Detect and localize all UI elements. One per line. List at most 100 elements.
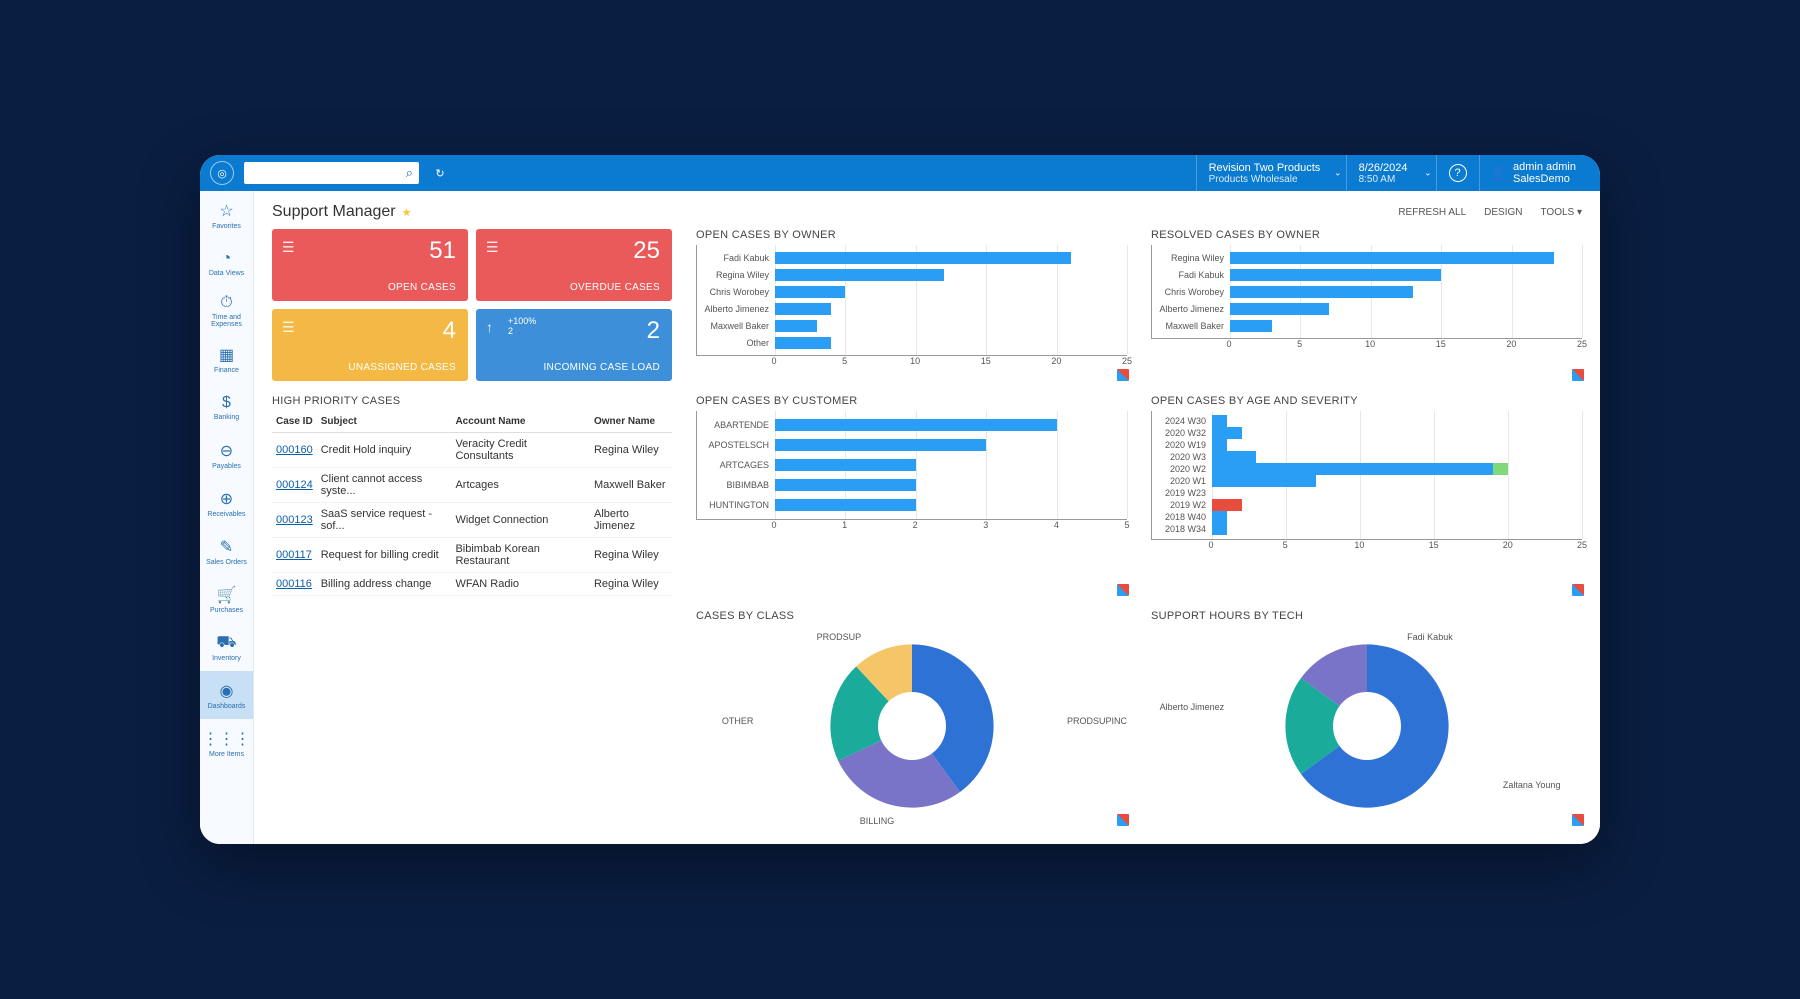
search-input[interactable] <box>244 167 400 179</box>
header-action-tools[interactable]: TOOLS ▾ <box>1540 207 1582 218</box>
bar[interactable] <box>775 303 831 315</box>
axis-tick: 15 <box>1429 540 1439 550</box>
bar-segment[interactable] <box>1212 499 1242 511</box>
bar[interactable] <box>775 499 916 511</box>
kpi-label: UNASSIGNED CASES <box>284 362 456 373</box>
search-icon[interactable]: ⌕ <box>400 165 419 181</box>
bar-label: ARTCAGES <box>697 460 775 470</box>
case-link[interactable]: 000117 <box>276 549 312 561</box>
app-frame: ◎ ⌕ ↻ Revision Two Products Products Who… <box>200 155 1600 844</box>
chart-options-icon[interactable] <box>1572 814 1584 826</box>
chart-options-icon[interactable] <box>1117 369 1129 381</box>
sidebar-item-receivables[interactable]: ⊕Receivables <box>200 479 253 527</box>
bar[interactable] <box>775 269 944 281</box>
bar-segment[interactable] <box>1212 427 1242 439</box>
table-header[interactable]: Account Name <box>451 411 590 433</box>
bar-label: Chris Worobey <box>697 287 775 297</box>
user-menu[interactable]: 👤 admin admin SalesDemo <box>1479 155 1590 191</box>
case-link[interactable]: 000116 <box>276 578 312 590</box>
sidebar-item-payables[interactable]: ⊖Payables <box>200 431 253 479</box>
chart-options-icon[interactable] <box>1117 584 1129 596</box>
sidebar-icon: ✎ <box>220 537 233 557</box>
kpi-group: ☰51OPEN CASES☰25OVERDUE CASES☰4UNASSIGNE… <box>272 229 672 381</box>
bar[interactable] <box>1230 252 1554 264</box>
header-action-refresh[interactable]: REFRESH ALL <box>1398 207 1466 218</box>
sidebar-item-more-items[interactable]: ⋮⋮⋮ More Items <box>200 719 253 767</box>
chart-resolved-by-owner: RESOLVED CASES BY OWNER Regina WileyFadi… <box>1151 229 1582 381</box>
kpi-label: INCOMING CASE LOAD <box>488 362 660 373</box>
company-sub: Products Wholesale <box>1209 174 1334 185</box>
kpi-overdue-cases[interactable]: ☰25OVERDUE CASES <box>476 229 672 301</box>
table-row: 000160Credit Hold inquiryVeracity Credit… <box>272 433 672 468</box>
bar-segment[interactable] <box>1212 511 1227 523</box>
chart-title: OPEN CASES BY CUSTOMER <box>696 395 1127 407</box>
current-date: 8/26/2024 <box>1359 162 1424 174</box>
help-button[interactable]: ? <box>1436 155 1479 191</box>
bar[interactable] <box>775 320 817 332</box>
table-header[interactable]: Owner Name <box>590 411 672 433</box>
bar-label: Chris Worobey <box>1152 287 1230 297</box>
main-content: Support Manager ★ REFRESH ALL DESIGN TOOLS… <box>254 191 1600 844</box>
bar-segment[interactable] <box>1212 463 1493 475</box>
bar[interactable] <box>1230 303 1329 315</box>
case-link[interactable]: 000123 <box>276 514 313 526</box>
bar[interactable] <box>775 252 1071 264</box>
bar[interactable] <box>775 286 845 298</box>
favorite-star-icon[interactable]: ★ <box>402 206 412 219</box>
sidebar-item-dashboards[interactable]: ◉Dashboards <box>200 671 253 719</box>
sidebar-item-sales-orders[interactable]: ✎Sales Orders <box>200 527 253 575</box>
bar-segment[interactable] <box>1212 523 1227 535</box>
bar-segment[interactable] <box>1212 439 1227 451</box>
bar-label: Maxwell Baker <box>697 321 775 331</box>
case-link[interactable]: 000160 <box>276 444 313 456</box>
sidebar-item-time-and-expenses[interactable]: ⏱Time and Expenses <box>200 287 253 335</box>
bar-label: Maxwell Baker <box>1152 321 1230 331</box>
kpi-unassigned-cases[interactable]: ☰4UNASSIGNED CASES <box>272 309 468 381</box>
chart-options-icon[interactable] <box>1572 584 1584 596</box>
current-time: 8:50 AM <box>1359 174 1424 185</box>
app-logo-icon[interactable]: ◎ <box>210 161 234 185</box>
bar[interactable] <box>775 439 986 451</box>
bar[interactable] <box>775 459 916 471</box>
kpi-open-cases[interactable]: ☰51OPEN CASES <box>272 229 468 301</box>
sidebar-item-finance[interactable]: ▦Finance <box>200 335 253 383</box>
priority-table: Case IDSubjectAccount NameOwner Name 000… <box>272 411 672 596</box>
sidebar-icon: ⋮⋮⋮ <box>203 729 251 749</box>
chart-options-icon[interactable] <box>1117 814 1129 826</box>
bar-label: 2024 W30 <box>1152 416 1212 426</box>
sidebar-item-purchases[interactable]: 🛒Purchases <box>200 575 253 623</box>
bar-segment[interactable] <box>1212 475 1316 487</box>
sidebar-item-favorites[interactable]: ☆Favorites <box>200 191 253 239</box>
sidebar-icon: ◔ <box>222 250 232 268</box>
sidebar-label: Finance <box>214 367 239 374</box>
sidebar-item-inventory[interactable]: ⛟Inventory <box>200 623 253 671</box>
bar-segment[interactable] <box>1493 463 1508 475</box>
axis-tick: 0 <box>1226 339 1231 349</box>
reload-button[interactable]: ↻ <box>427 160 453 186</box>
sidebar-icon: ⊕ <box>220 489 233 509</box>
bar-segment[interactable] <box>1212 415 1227 427</box>
chart-options-icon[interactable] <box>1572 369 1584 381</box>
sidebar-item-data-views[interactable]: ◔Data Views <box>200 239 253 287</box>
axis-tick: 0 <box>771 356 776 366</box>
bar[interactable] <box>775 479 916 491</box>
table-header[interactable]: Subject <box>317 411 452 433</box>
bar-segment[interactable] <box>1212 451 1256 463</box>
kpi-incoming-case-load[interactable]: ↑+100%22INCOMING CASE LOAD <box>476 309 672 381</box>
case-link[interactable]: 000124 <box>276 479 313 491</box>
header-action-design[interactable]: DESIGN <box>1484 207 1522 218</box>
bar[interactable] <box>775 419 1057 431</box>
bar[interactable] <box>1230 320 1272 332</box>
bar[interactable] <box>775 337 831 349</box>
date-selector[interactable]: 8/26/2024 8:50 AM ⌄ <box>1346 155 1436 191</box>
table-header[interactable]: Case ID <box>272 411 317 433</box>
axis-tick: 4 <box>1054 520 1059 530</box>
sidebar-item-banking[interactable]: $Banking <box>200 383 253 431</box>
page-title: Support Manager <box>272 203 396 221</box>
table-cell: Bibimbab Korean Restaurant <box>451 538 590 573</box>
bar[interactable] <box>1230 286 1413 298</box>
sidebar-label: More Items <box>209 751 244 758</box>
company-selector[interactable]: Revision Two Products Products Wholesale… <box>1196 155 1346 191</box>
topbar: ◎ ⌕ ↻ Revision Two Products Products Who… <box>200 155 1600 191</box>
bar[interactable] <box>1230 269 1441 281</box>
